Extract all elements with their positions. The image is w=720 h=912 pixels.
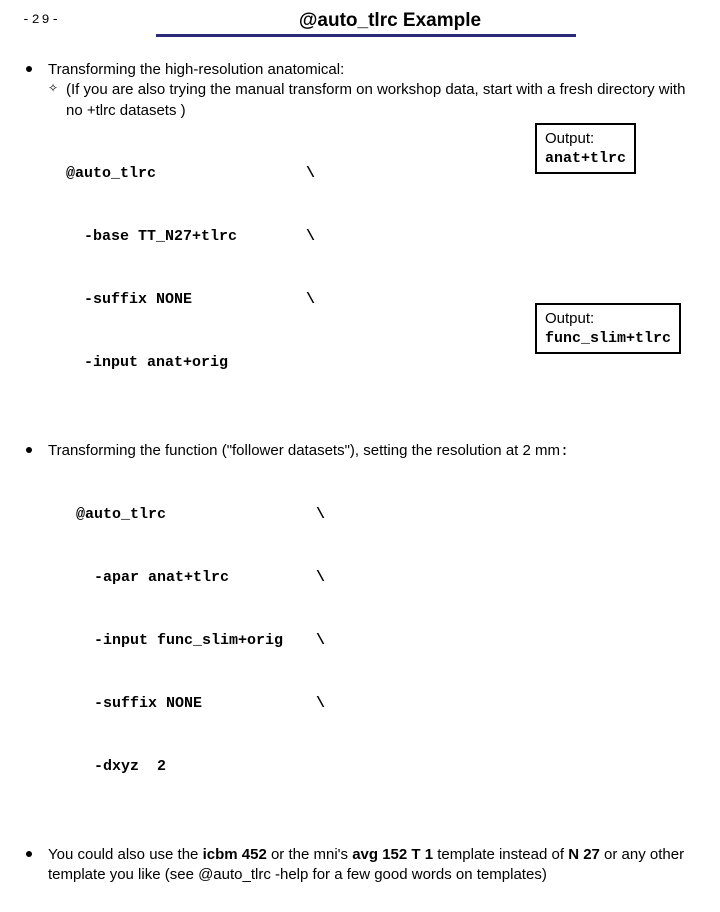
bullet-3: You could also use the icbm 452 or the m… [26, 845, 700, 886]
code-line: -suffix NONE [76, 693, 316, 714]
code-line: -suffix NONE [66, 289, 306, 310]
page-title: @auto_tlrc Example [230, 10, 550, 34]
code-cont: \ [316, 630, 325, 651]
diamond-icon: ✧ [48, 80, 58, 96]
t-bold: avg 152 T 1 [352, 846, 433, 863]
output-label: Output: [545, 129, 626, 149]
bullet-1-note: ✧ (If you are also trying the manual tra… [48, 80, 700, 121]
t-bold: N 27 [568, 846, 600, 863]
bullet-3-text: You could also use the icbm 452 or the m… [48, 845, 700, 886]
bullet-2-text: Transforming the function ("follower dat… [48, 441, 700, 462]
code-cont: \ [316, 504, 325, 525]
code-cont: \ [306, 289, 315, 310]
t-bold: icbm 452 [203, 846, 267, 863]
bullet-1-text: Transforming the high-resolution anatomi… [48, 60, 700, 80]
bullet-dot-icon [26, 447, 32, 453]
output-box-2: Output: func_slim+tlrc [535, 303, 681, 354]
bullet-dot-icon [26, 66, 32, 72]
output-value: anat+tlrc [545, 149, 626, 169]
code-line: -apar anat+tlrc [76, 567, 316, 588]
bullet-dot-icon [26, 851, 32, 857]
output-box-1: Output: anat+tlrc [535, 123, 636, 174]
bullet-2: Transforming the function ("follower dat… [26, 441, 700, 819]
bullet-2-text-a: Transforming the function ("follower dat… [48, 442, 560, 459]
code-line: @auto_tlrc [66, 163, 306, 184]
code-cont: \ [316, 693, 325, 714]
code-cont: \ [306, 226, 315, 247]
bullet-2-code: @auto_tlrc\ -apar anat+tlrc\ -input func… [48, 462, 700, 819]
code-line: -base TT_N27+tlrc [66, 226, 306, 247]
title-underline [156, 34, 576, 37]
bullet-1-note-text: (If you are also trying the manual trans… [66, 81, 685, 118]
output-value: func_slim+tlrc [545, 329, 671, 349]
code-cont: \ [306, 163, 315, 184]
code-line: -dxyz 2 [76, 756, 316, 777]
content-area: Transforming the high-resolution anatomi… [26, 60, 700, 912]
t: You could also use the [48, 846, 203, 863]
t: or the mni's [267, 846, 352, 863]
code-line: @auto_tlrc [76, 504, 316, 525]
code-line: -input func_slim+orig [76, 630, 316, 651]
code-line: -input anat+orig [66, 352, 306, 373]
bullet-1: Transforming the high-resolution anatomi… [26, 60, 700, 415]
page-number: -29- [22, 12, 61, 27]
bullet-2-colon: : [560, 443, 569, 460]
t: template instead of [433, 846, 568, 863]
code-cont: \ [316, 567, 325, 588]
output-label: Output: [545, 309, 671, 329]
